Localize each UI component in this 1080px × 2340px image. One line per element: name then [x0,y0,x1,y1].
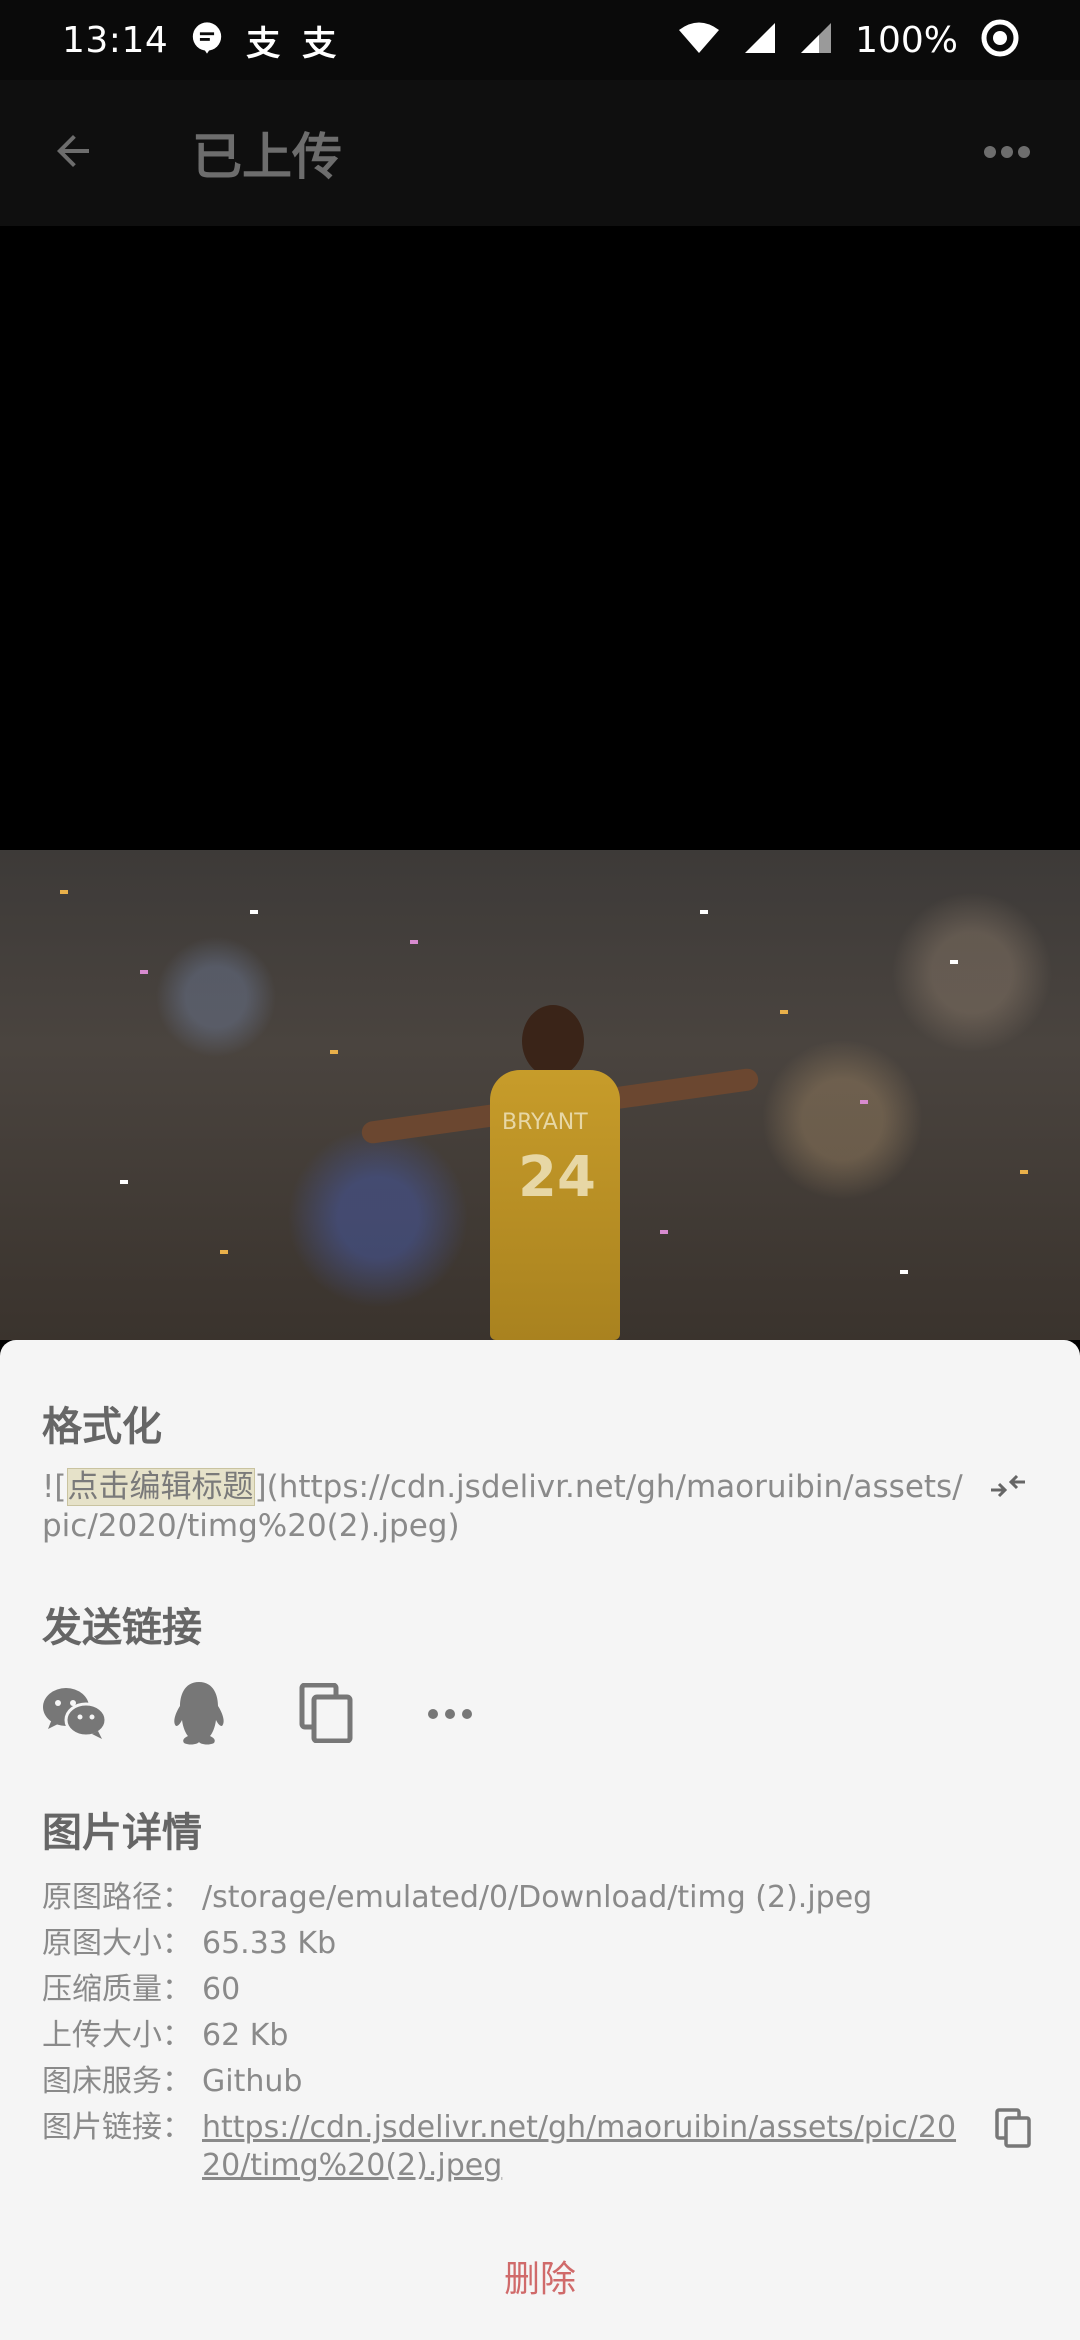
confetti [700,910,708,914]
copy-image-link-button[interactable] [983,2105,1042,2165]
detail-label: 压缩质量： [42,1972,192,2007]
detail-label: 图片链接： [42,2110,192,2145]
detail-value: /storage/emulated/0/Download/timg (2).jp… [202,1880,873,1915]
alipay-notification-icon: 支 [246,23,281,64]
share-more-button[interactable] [426,1670,554,1760]
app-bar: 已上传 [0,80,1080,226]
confetti [860,1100,868,1104]
page-title: 已上传 [192,128,342,186]
share-buttons [42,1670,554,1760]
arrow-left-icon [49,127,97,179]
share-wechat-button[interactable] [42,1670,170,1760]
status-right: 100% [677,18,1020,62]
player-jersey: BRYANT 24 [490,1070,620,1340]
confetti [220,1250,228,1254]
compress-arrows-icon [989,1471,1027,1505]
jersey-name: BRYANT [502,1110,588,1135]
signal-icon-2 [799,21,833,59]
qq-icon [170,1680,228,1750]
screen: 13:14 支 支 100% 已上传 BRYANT 24 格式化 ![点击编辑标… [0,0,1080,2340]
back-button[interactable] [0,80,146,226]
uploaded-photo: BRYANT 24 [0,850,1080,1340]
detail-value: 65.33 Kb [202,1926,337,1961]
format-prefix: ![ [42,1469,67,1505]
confetti [120,1180,128,1184]
status-bar: 13:14 支 支 100% [0,0,1080,80]
confetti [410,940,418,944]
detail-row-original-size: 原图大小： 65.33 Kb [42,1921,1042,1967]
format-markdown-text[interactable]: ![点击编辑标题](https://cdn.jsdelivr.net/gh/ma… [42,1468,972,1546]
confetti [330,1050,338,1054]
share-qq-button[interactable] [170,1670,298,1760]
detail-value: Github [202,2064,303,2099]
image-preview[interactable]: BRYANT 24 [0,226,1080,1341]
copy-icon [994,2108,1032,2162]
alipay-notification-icon-2: 支 [302,23,337,64]
player-figure: BRYANT 24 [360,1000,760,1340]
confetti [60,890,68,894]
confetti [250,910,258,914]
copy-icon [298,1682,354,1747]
confetti [950,960,958,964]
message-notification-icon [190,21,224,59]
confetti [140,970,148,974]
overflow-menu-button[interactable] [934,80,1080,226]
detail-value: 62 Kb [202,2018,289,2053]
copy-link-button[interactable] [298,1670,426,1760]
more-horizontal-icon [426,1706,474,1725]
delete-button[interactable]: 删除 [0,2240,1080,2320]
details-section-title: 图片详情 [42,1810,202,1856]
confetti [780,1010,788,1014]
status-left: 13:14 支 支 [62,16,336,65]
share-section-title: 发送链接 [42,1605,202,1651]
switch-format-button[interactable] [978,1458,1038,1518]
detail-row-original-path: 原图路径： /storage/emulated/0/Download/timg … [42,1875,1042,1921]
detail-row-host-service: 图床服务： Github [42,2059,1042,2105]
confetti [900,1270,908,1274]
jersey-number: 24 [518,1145,596,1210]
details-sheet: 格式化 ![点击编辑标题](https://cdn.jsdelivr.net/g… [0,1340,1080,2340]
signal-icon [743,21,777,59]
player-head [522,1005,584,1077]
format-section-title: 格式化 [42,1404,162,1450]
detail-row-compress-quality: 压缩质量： 60 [42,1967,1042,2013]
detail-label: 原图大小： [42,1926,192,1961]
status-time: 13:14 [62,19,169,61]
image-link[interactable]: https://cdn.jsdelivr.net/gh/maoruibin/as… [202,2105,973,2185]
more-horizontal-icon [983,144,1031,163]
confetti [660,1230,668,1234]
confetti [1020,1170,1028,1174]
wifi-icon [677,21,721,59]
detail-row-upload-size: 上传大小： 62 Kb [42,2013,1042,2059]
battery-ring-icon [980,18,1020,62]
wechat-icon [42,1685,108,1745]
detail-label: 上传大小： [42,2018,192,2053]
detail-label: 原图路径： [42,1880,192,1915]
detail-row-image-link: 图片链接： https://cdn.jsdelivr.net/gh/maorui… [42,2105,1042,2185]
detail-value: 60 [202,1972,241,2007]
battery-percentage: 100% [855,19,958,61]
detail-label: 图床服务： [42,2064,192,2099]
edit-title-placeholder[interactable]: 点击编辑标题 [66,1468,255,1506]
image-details: 原图路径： /storage/emulated/0/Download/timg … [42,1875,1042,2185]
